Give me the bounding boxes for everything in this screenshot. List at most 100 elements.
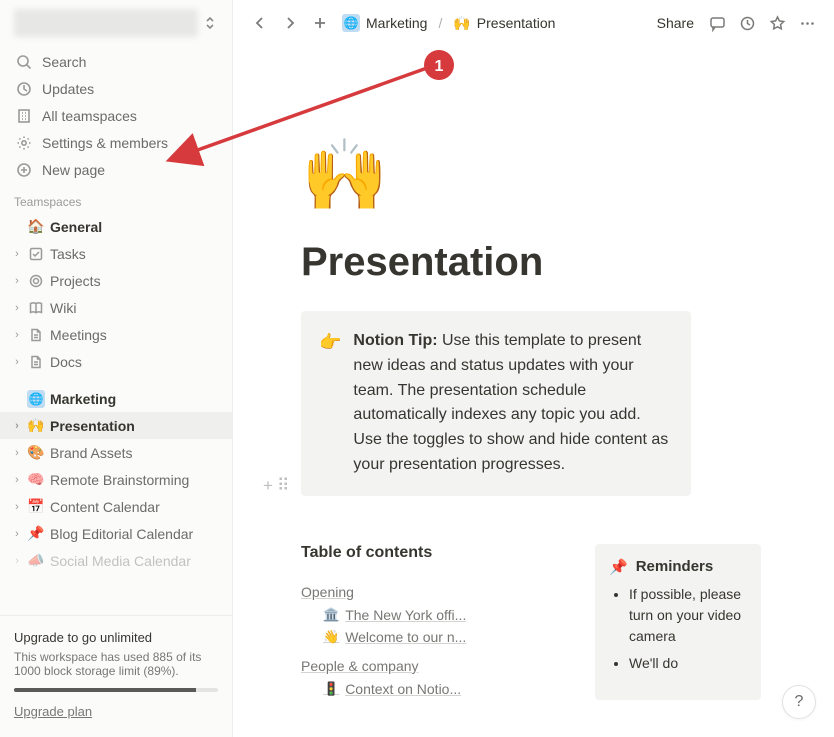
page-brand-assets-label: Brand Assets	[50, 445, 133, 461]
toc-link-context-notion[interactable]: 🚦 Context on Notio...	[323, 678, 491, 700]
wave-emoji-icon: 👋	[323, 629, 339, 645]
chevron-right-icon[interactable]: ›	[8, 356, 26, 368]
upgrade-notice: Upgrade to go unlimited This workspace h…	[0, 615, 232, 737]
page-tasks[interactable]: › Tasks	[0, 240, 232, 267]
sidebar-new-page[interactable]: New page	[0, 156, 232, 183]
brain-emoji-icon: 🧠	[26, 471, 46, 488]
table-of-contents: Table of contents Opening 🏛️ The New Yor…	[301, 544, 567, 700]
teamspace-general[interactable]: 🏠 General	[0, 213, 232, 240]
expand-collapse-icon[interactable]	[198, 11, 222, 35]
new-tab-button[interactable]	[307, 10, 333, 36]
building-icon	[14, 106, 34, 126]
page-presentation[interactable]: › 🙌 Presentation	[0, 412, 232, 439]
chevron-right-icon[interactable]: ›	[8, 275, 26, 287]
sidebar-updates-label: Updates	[42, 81, 94, 97]
sidebar-search[interactable]: Search	[0, 48, 232, 75]
globe-icon: 🌐	[26, 390, 46, 408]
chevron-right-icon[interactable]: ›	[8, 501, 26, 513]
chevron-right-icon[interactable]: ›	[8, 528, 26, 540]
page-meetings-label: Meetings	[50, 327, 107, 343]
document-icon	[26, 355, 46, 369]
sidebar-teamspaces-heading: Teamspaces	[0, 185, 232, 213]
page-blog-editorial-calendar[interactable]: › 📌 Blog Editorial Calendar	[0, 520, 232, 547]
callout-tip-label: Notion Tip:	[353, 332, 437, 349]
more-options-button[interactable]	[794, 10, 820, 36]
page-title[interactable]: Presentation	[301, 240, 834, 285]
teamspace-marketing-label: Marketing	[50, 391, 116, 407]
page-social-media-calendar[interactable]: › 📣 Social Media Calendar	[0, 547, 232, 574]
page-projects-label: Projects	[50, 273, 101, 289]
clock-icon	[14, 79, 34, 99]
drag-handle-icon[interactable]: ⠿	[277, 476, 289, 496]
page-icon[interactable]: 🙌	[301, 140, 834, 210]
page-docs[interactable]: › Docs	[0, 348, 232, 375]
sidebar-all-teamspaces[interactable]: All teamspaces	[0, 102, 232, 129]
history-button[interactable]	[734, 10, 760, 36]
sidebar-updates[interactable]: Updates	[0, 75, 232, 102]
teamspace-marketing[interactable]: 🌐 Marketing	[0, 385, 232, 412]
home-emoji-icon: 🏠	[26, 218, 46, 235]
chevron-right-icon[interactable]: ›	[8, 302, 26, 314]
pushpin-icon: 📌	[609, 558, 628, 576]
favorite-button[interactable]	[764, 10, 790, 36]
toc-link-ny-office[interactable]: 🏛️ The New York offi...	[323, 604, 491, 626]
teamspace-general-label: General	[50, 219, 102, 235]
workspace-name-blurred	[14, 9, 198, 37]
chevron-right-icon[interactable]: ›	[8, 474, 26, 486]
nav-back-button[interactable]	[247, 10, 273, 36]
toc-link-welcome[interactable]: 👋 Welcome to our n...	[323, 626, 491, 648]
chevron-right-icon[interactable]: ›	[8, 420, 26, 432]
sidebar-settings-members[interactable]: Settings & members	[0, 129, 232, 156]
workspace-switcher[interactable]	[0, 0, 232, 46]
comments-button[interactable]	[704, 10, 730, 36]
book-open-icon	[26, 301, 46, 315]
pointing-hand-icon: 👉	[319, 329, 341, 478]
breadcrumb-presentation[interactable]: 🙌 Presentation	[448, 13, 560, 34]
page-content-calendar-label: Content Calendar	[50, 499, 160, 515]
reminder-item: If possible, please turn on your video c…	[629, 584, 747, 647]
page-social-media-label: Social Media Calendar	[50, 553, 191, 569]
toc-section-opening[interactable]: Opening	[301, 584, 354, 600]
page-blog-editorial-label: Blog Editorial Calendar	[50, 526, 193, 542]
share-button[interactable]: Share	[651, 13, 700, 33]
upgrade-title: Upgrade to go unlimited	[14, 630, 218, 645]
reminders-callout[interactable]: 📌 Reminders If possible, please turn on …	[595, 544, 761, 700]
add-block-button[interactable]: +	[263, 476, 273, 496]
chevron-right-icon[interactable]: ›	[8, 447, 26, 459]
sidebar-all-teamspaces-label: All teamspaces	[42, 108, 137, 124]
page-wiki[interactable]: › Wiki	[0, 294, 232, 321]
breadcrumb-presentation-label: Presentation	[477, 15, 556, 31]
callout-tip[interactable]: 👉 Notion Tip: Use this template to prese…	[301, 311, 691, 496]
storage-progress-bar	[14, 688, 218, 692]
nav-forward-button[interactable]	[277, 10, 303, 36]
toc-section-people-company[interactable]: People & company	[301, 658, 419, 674]
upgrade-text: This workspace has used 885 of its 1000 …	[14, 650, 218, 678]
chevron-right-icon[interactable]: ›	[8, 555, 26, 567]
page-content-calendar[interactable]: › 📅 Content Calendar	[0, 493, 232, 520]
page-projects[interactable]: › Projects	[0, 267, 232, 294]
page-tasks-label: Tasks	[50, 246, 86, 262]
page-meetings[interactable]: › Meetings	[0, 321, 232, 348]
page-remote-brainstorming-label: Remote Brainstorming	[50, 472, 189, 488]
checkbox-icon	[26, 247, 46, 261]
chevron-right-icon[interactable]: ›	[8, 248, 26, 260]
page-brand-assets[interactable]: › 🎨 Brand Assets	[0, 439, 232, 466]
megaphone-emoji-icon: 📣	[26, 552, 46, 569]
hands-emoji-icon: 🙌	[26, 417, 46, 434]
target-icon	[26, 274, 46, 288]
topbar: 🌐 Marketing / 🙌 Presentation Share	[233, 0, 834, 46]
globe-icon: 🌐	[342, 14, 360, 32]
hands-emoji-icon: 🙌	[453, 15, 470, 32]
help-button[interactable]: ?	[782, 685, 816, 719]
page-remote-brainstorming[interactable]: › 🧠 Remote Brainstorming	[0, 466, 232, 493]
sidebar: Search Updates All teamspaces Settings &…	[0, 0, 233, 737]
chevron-right-icon[interactable]: ›	[8, 329, 26, 341]
breadcrumb-marketing[interactable]: 🌐 Marketing	[337, 12, 432, 34]
sidebar-settings-label: Settings & members	[42, 135, 168, 151]
reminder-item: We'll do	[629, 653, 747, 674]
gear-icon	[14, 133, 34, 153]
traffic-light-icon: 🚦	[323, 681, 339, 697]
breadcrumb-marketing-label: Marketing	[366, 15, 427, 31]
upgrade-plan-link[interactable]: Upgrade plan	[14, 704, 92, 719]
building-emoji-icon: 🏛️	[323, 607, 339, 623]
